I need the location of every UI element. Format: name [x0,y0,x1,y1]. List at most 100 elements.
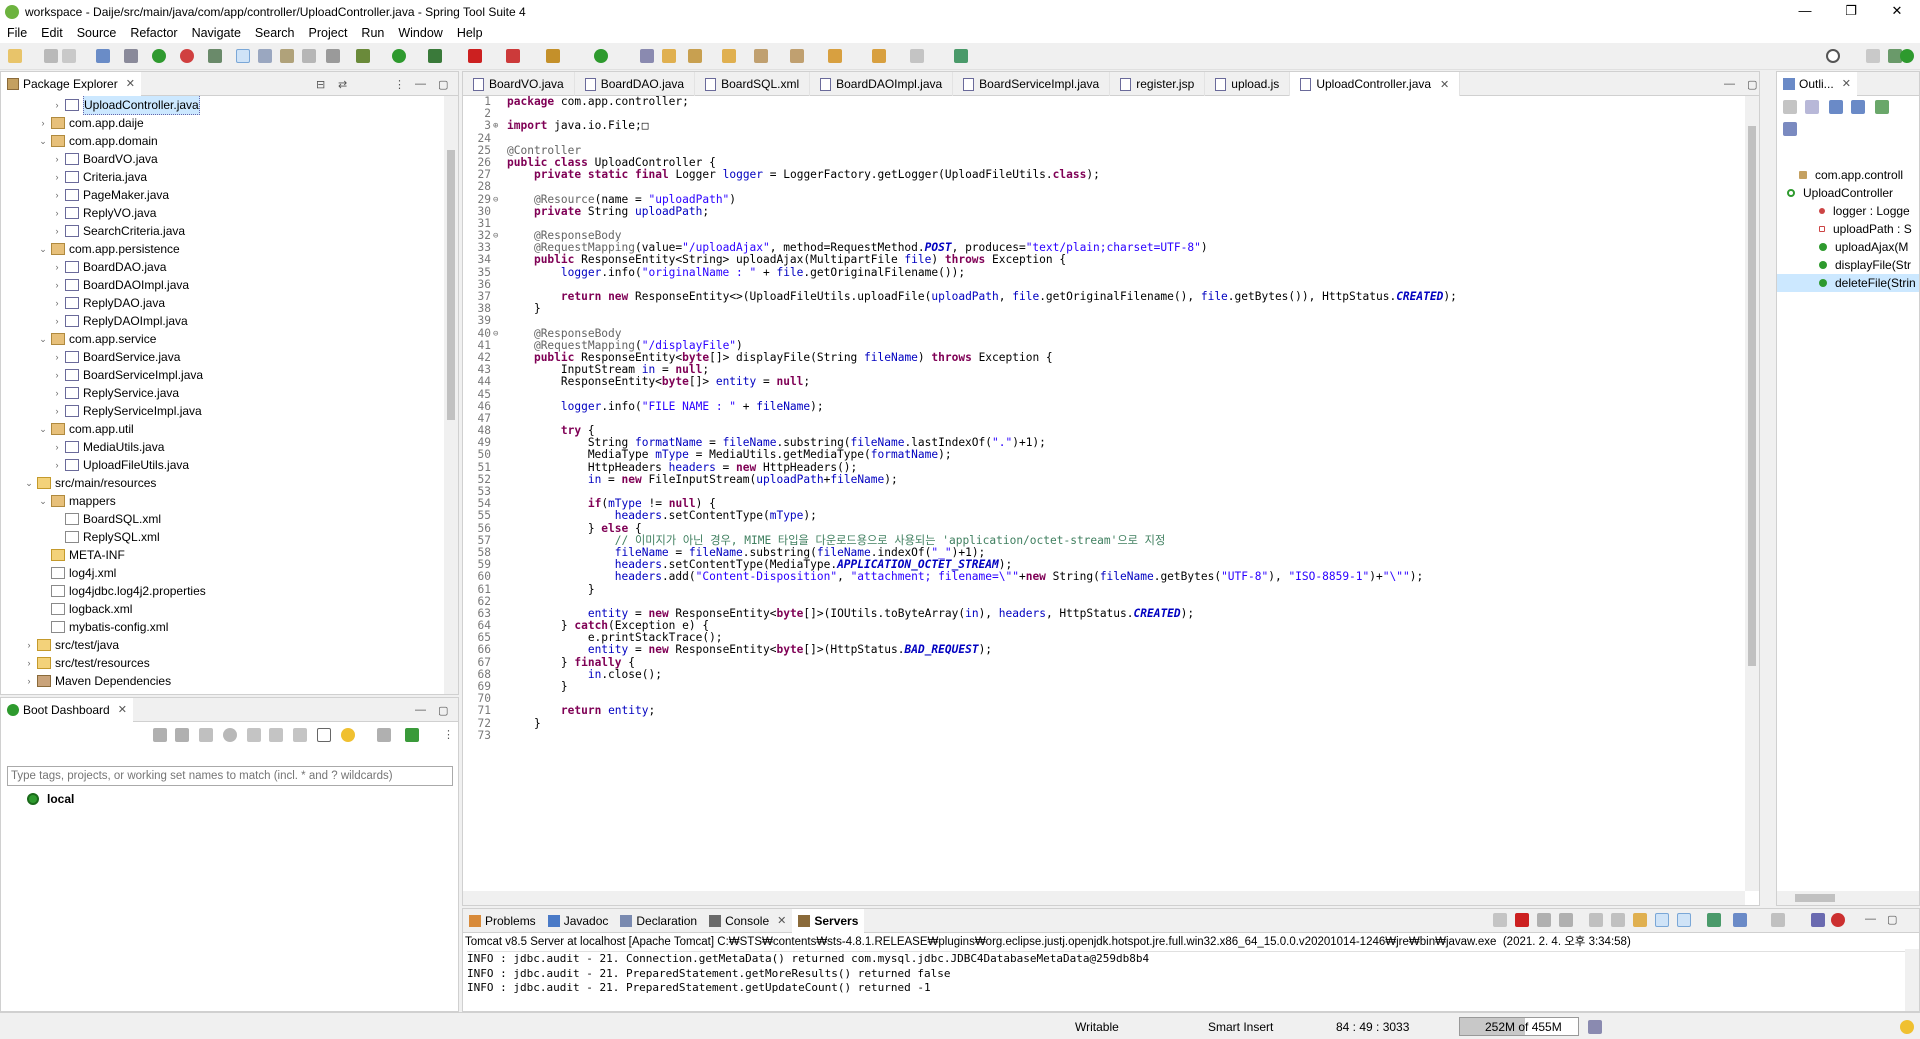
scrollbar-thumb[interactable] [1795,894,1835,902]
stop-app-icon[interactable] [199,728,213,742]
terminate-icon[interactable] [1515,913,1529,927]
bottom-tab[interactable]: Console ✕ [703,909,792,933]
pin-editor-icon[interactable] [954,49,968,63]
pin-console-icon[interactable] [1707,913,1721,927]
block-selection-icon[interactable] [280,49,294,63]
code-line[interactable]: 2 [463,107,1745,120]
close-icon[interactable]: ✕ [1440,78,1449,91]
display-selected-console-icon[interactable] [1733,913,1747,927]
code-editor[interactable]: 1 package com.app.controller; 2 3 ⊕ import ja… [463,96,1745,891]
tree-item[interactable]: › ReplyServiceImpl.java [1,402,444,420]
tree-item[interactable]: ReplySQL.xml [1,528,444,546]
expand-twisty-icon[interactable]: ⌄ [37,420,49,438]
maximize-view-icon[interactable]: ▢ [438,78,448,91]
expand-twisty-icon[interactable]: › [51,366,63,384]
menu-help[interactable]: Help [450,26,490,40]
maximize-view-icon[interactable]: ▢ [1887,913,1897,926]
tree-item[interactable]: › PageMaker.java [1,186,444,204]
open-browser-icon[interactable] [223,728,237,742]
code-line[interactable]: 50 MediaType mType = MediaUtils.getMedia… [463,449,1745,461]
expand-twisty-icon[interactable]: › [51,456,63,474]
tab-boot-dashboard[interactable]: Boot Dashboard ✕ [1,697,133,722]
tree-item[interactable]: › BoardDAOImpl.java [1,276,444,294]
minimize-view-icon[interactable]: — [415,704,426,716]
tree-item[interactable]: ⌄ com.app.persistence [1,240,444,258]
minimize-view-icon[interactable]: — [1865,913,1876,925]
java-console-icon[interactable] [1811,913,1825,927]
code-line[interactable]: 52 in = new FileInputStream(uploadPath+f… [463,473,1745,486]
menu-run[interactable]: Run [354,26,391,40]
add-icon[interactable] [405,728,419,742]
code-line[interactable]: 55 headers.setContentType(mType); [463,510,1745,522]
hide-nonpublic-icon[interactable] [1875,100,1889,114]
expand-twisty-icon[interactable]: › [23,654,35,672]
next-annotation-icon[interactable] [754,49,768,63]
minimize-view-icon[interactable]: — [415,78,426,90]
expand-twisty-icon[interactable]: ⌄ [37,132,49,150]
close-icon[interactable]: ✕ [777,914,786,927]
tab-outline[interactable]: Outli... ✕ [1777,71,1857,96]
minimize-editor-icon[interactable]: — [1724,78,1735,90]
forward-icon[interactable] [910,49,924,63]
notification-icon[interactable] [1900,1020,1914,1034]
code-line[interactable]: 24 [463,132,1745,145]
boot-dashboard-filter-input[interactable] [7,766,453,786]
editor-tab[interactable]: BoardDAO.java [575,72,696,96]
stop-icon[interactable] [468,49,482,63]
menu-source[interactable]: Source [70,26,124,40]
tree-item[interactable]: › src/test/java [1,636,444,654]
hide-fields-icon[interactable] [1829,100,1843,114]
spring-perspective-icon[interactable] [1900,49,1914,63]
run-icon[interactable] [392,49,406,63]
show-on-stderr-icon[interactable] [1677,913,1691,927]
tree-item[interactable]: BoardSQL.xml [1,510,444,528]
tree-item[interactable]: META-INF [1,546,444,564]
back-icon[interactable] [872,49,886,63]
bottom-tab[interactable]: Problems [463,909,542,933]
scrollbar-thumb[interactable] [1748,126,1756,666]
expand-twisty-icon[interactable]: › [51,150,63,168]
code-line[interactable]: 38 } [463,302,1745,315]
hide-local-types-icon[interactable] [1783,122,1797,136]
menu-search[interactable]: Search [248,26,302,40]
refresh-icon[interactable] [1493,913,1507,927]
debug-skip-icon[interactable] [124,49,138,63]
open-type-hierarchy-icon[interactable] [640,49,654,63]
start-icon[interactable] [153,728,167,742]
tree-item[interactable]: › BoardServiceImpl.java [1,366,444,384]
collapse-all-icon[interactable]: ⊟ [316,78,325,91]
tree-item[interactable]: ⌄ com.app.domain [1,132,444,150]
sort-icon[interactable] [1805,100,1819,114]
code-line[interactable]: 73 [463,729,1745,742]
console-output[interactable]: INFO : jdbc.audit - 21. Connection.getMe… [467,951,1905,996]
maximize-view-icon[interactable]: ▢ [438,704,448,717]
expand-twisty-icon[interactable]: › [51,384,63,402]
show-whitespace-icon[interactable] [302,49,316,63]
scrollbar-thumb[interactable] [447,150,455,420]
fold-toggle-icon[interactable]: ⊖ [493,328,501,340]
menu-navigate[interactable]: Navigate [185,26,248,40]
expand-twisty-icon[interactable]: ⌄ [37,492,49,510]
previous-annotation-icon[interactable] [790,49,804,63]
fold-toggle-icon[interactable]: ⊖ [493,194,501,206]
tree-item[interactable]: › ReplyDAOImpl.java [1,312,444,330]
minimize-button[interactable]: — [1782,0,1828,23]
expand-twisty-icon[interactable]: › [51,276,63,294]
maximize-button[interactable]: ❐ [1828,0,1874,23]
open-console-icon[interactable] [1771,913,1785,927]
toggle-mark-icon[interactable] [258,49,272,63]
code-line[interactable]: 60 headers.add("Content-Disposition", "a… [463,571,1745,583]
code-line[interactable]: 37 return new ResponseEntity<>(UploadFil… [463,290,1745,303]
hide-static-icon[interactable] [1851,100,1865,114]
menu-file[interactable]: File [0,26,34,40]
scroll-lock-icon[interactable] [1611,913,1625,927]
local-target[interactable]: local [27,792,74,806]
tree-item[interactable]: › com.app.daije [1,114,444,132]
search-tool-icon[interactable] [688,49,702,63]
save-all-icon[interactable] [62,49,76,63]
editor-vertical-scrollbar[interactable] [1745,96,1759,891]
console-scrollbar[interactable] [1905,949,1919,1011]
tree-item[interactable]: › UploadController.java [1,96,444,115]
word-wrap-icon[interactable] [1633,913,1647,927]
bottom-tab[interactable]: Declaration [614,909,703,933]
